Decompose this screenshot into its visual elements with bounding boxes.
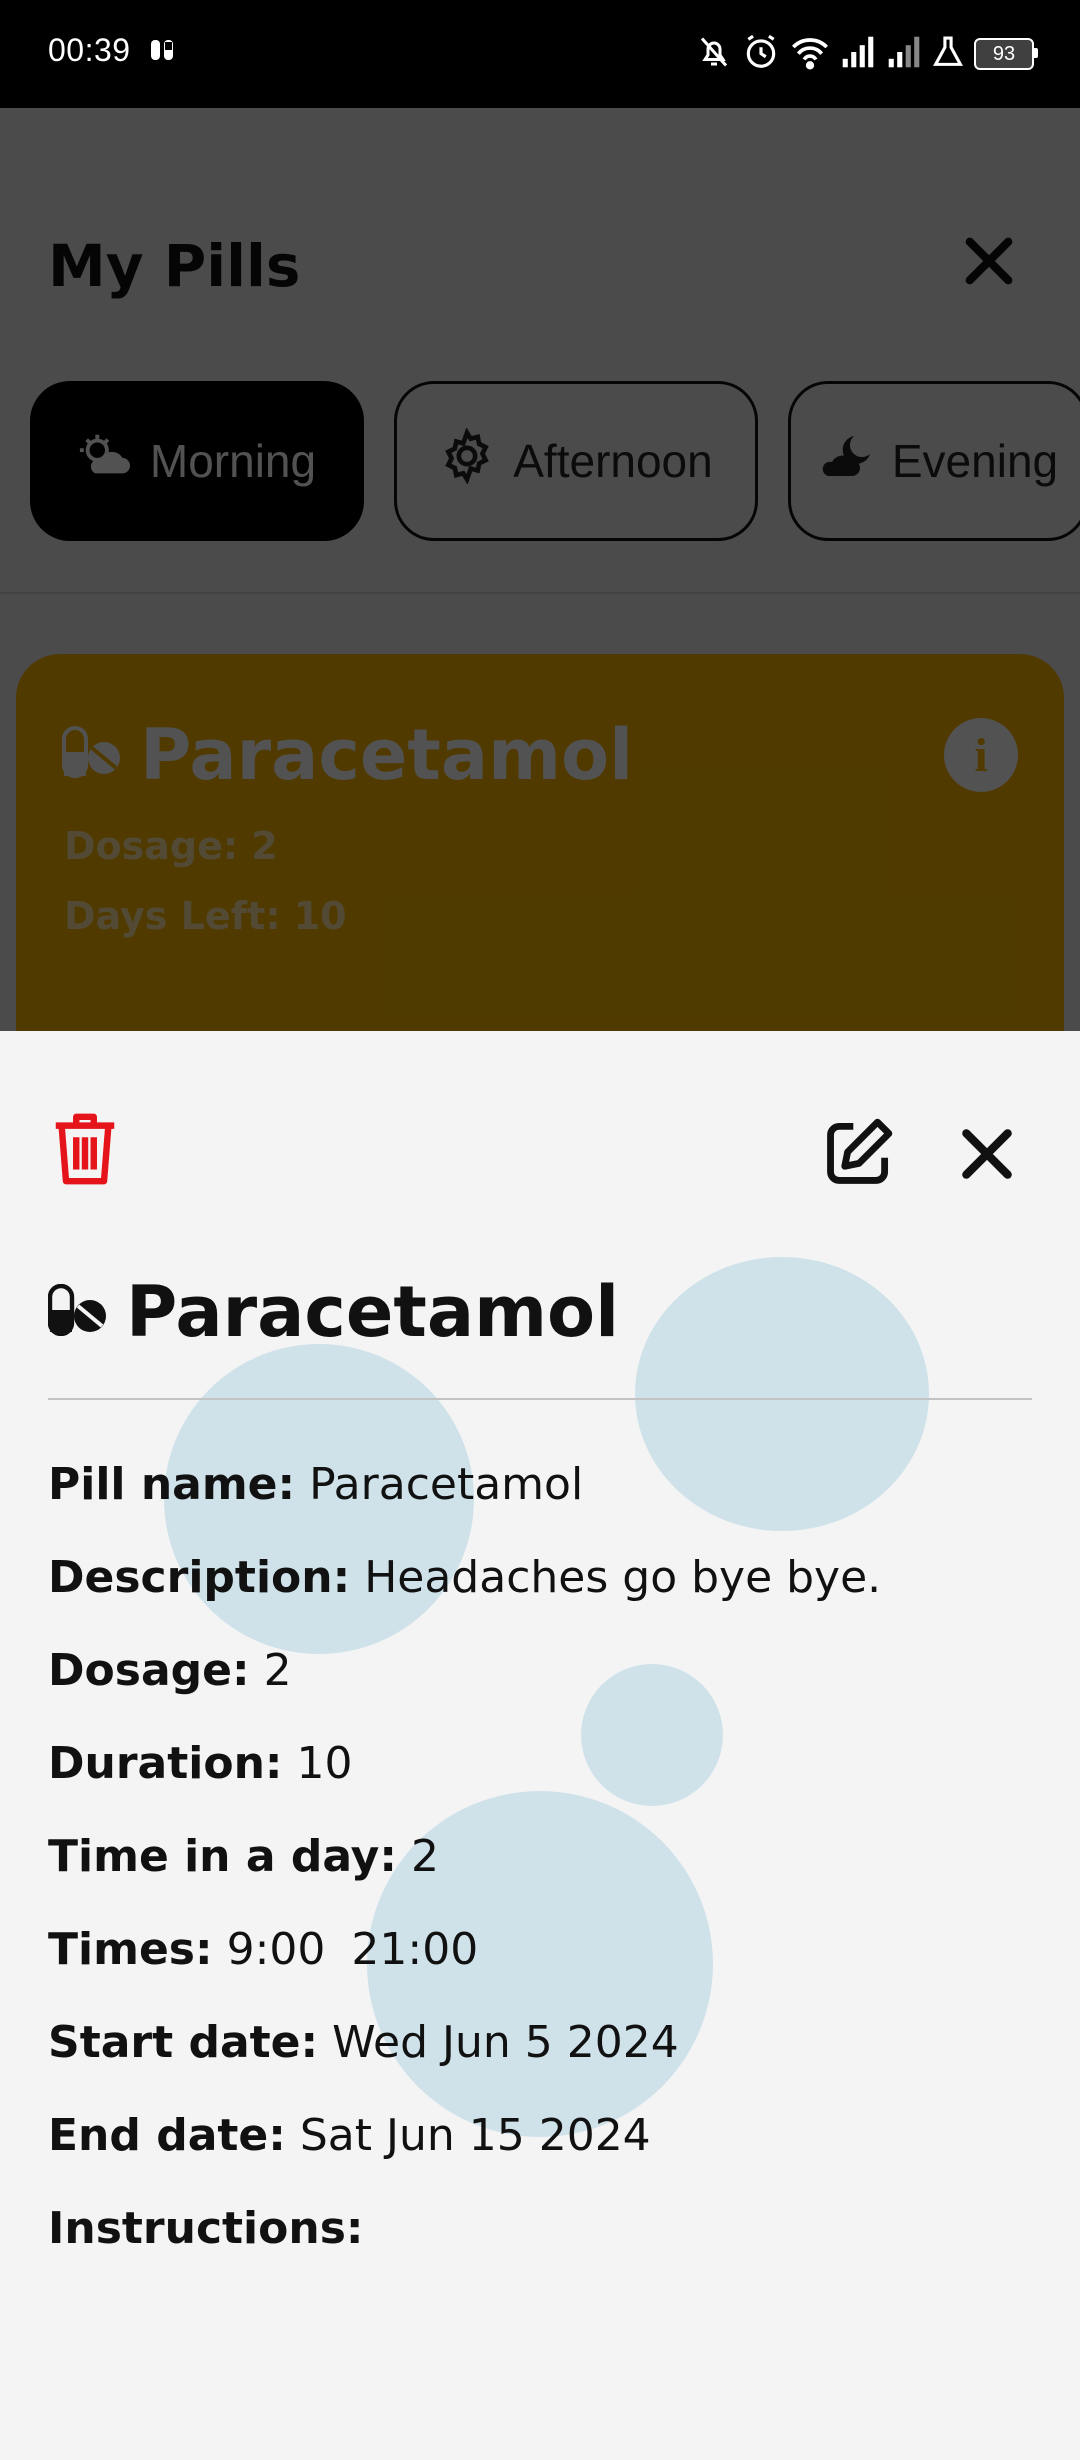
status-time: 00:39 [48, 32, 131, 68]
detail-key: Instructions: [48, 2203, 364, 2254]
detail-dosage: Dosage: 2 [48, 1645, 292, 1696]
tab-afternoon[interactable]: Afternoon [394, 381, 758, 541]
sheet-title: Paracetamol [126, 1271, 620, 1353]
signal-icon [886, 35, 922, 74]
detail-key: Description: [48, 1552, 351, 1603]
detail-key: Dosage: [48, 1645, 250, 1696]
pill-card[interactable]: Paracetamol i Dosage: 2 Days Left: 10 [16, 654, 1064, 1031]
detail-times-in-day: Time in a day: 2 [48, 1831, 439, 1882]
tab-evening[interactable]: Evening [788, 381, 1080, 541]
detail-value: Headaches go bye bye. [364, 1552, 882, 1603]
page-title: My Pills [48, 232, 301, 300]
lab-icon [932, 35, 964, 74]
detail-key: Duration: [48, 1738, 283, 1789]
tab-morning[interactable]: Morning [30, 381, 364, 541]
detail-pill-name: Pill name: Paracetamol [48, 1459, 583, 1510]
detail-time-value: 9:00 [226, 1924, 326, 1975]
detail-key: Pill name: [48, 1459, 296, 1510]
pills-icon [62, 726, 122, 782]
mute-icon [696, 34, 732, 75]
trash-icon[interactable] [52, 1111, 118, 1191]
divider [0, 592, 1080, 594]
detail-key: End date: [48, 2110, 286, 2161]
detail-instructions: Instructions: [48, 2203, 363, 2254]
detail-key: Time in a day: [48, 1831, 397, 1882]
edit-icon[interactable] [822, 1115, 896, 1193]
pill-card-days-left: Days Left: 10 [64, 894, 347, 938]
detail-key: Start date: [48, 2017, 319, 2068]
sim-icon [150, 38, 176, 67]
sheet-header: Paracetamol [47, 1271, 620, 1353]
detail-duration: Duration: 10 [48, 1738, 353, 1789]
detail-end-date: End date: Sat Jun 15 2024 [48, 2110, 651, 2161]
wifi-icon [790, 34, 830, 75]
time-tabs: Morning Afternoon Evening [30, 381, 1080, 541]
moon-cloud-icon [818, 432, 874, 491]
battery-icon: 93 [974, 38, 1038, 70]
pills-icon [47, 1283, 108, 1340]
divider [48, 1398, 1032, 1400]
signal-icon [840, 35, 876, 74]
detail-description: Description: Headaches go bye bye. [48, 1552, 881, 1603]
pill-detail-sheet: Paracetamol Pill name: Paracetamol Descr… [0, 1031, 1080, 2460]
decorative-bubble [581, 1664, 723, 1806]
alarm-icon [742, 33, 780, 76]
detail-value: 10 [296, 1738, 353, 1789]
tab-label: Morning [149, 435, 317, 487]
detail-value: 2 [263, 1645, 292, 1696]
detail-value: Paracetamol [309, 1459, 584, 1510]
gear-icon [439, 426, 495, 495]
background-screen: My Pills Morning Afternoon Evening Parac… [0, 108, 1080, 1031]
sun-cloud-icon [78, 432, 132, 491]
detail-value: Sat Jun 15 2024 [299, 2110, 651, 2161]
detail-start-date: Start date: Wed Jun 5 2024 [48, 2017, 679, 2068]
tab-label: Afternoon [513, 435, 713, 487]
detail-time-value: 21:00 [351, 1924, 479, 1975]
detail-value: Wed Jun 5 2024 [332, 2017, 679, 2068]
tab-label: Evening [891, 435, 1059, 487]
pill-card-dosage: Dosage: 2 [64, 824, 278, 868]
detail-times: Times: 9:00 21:00 [48, 1924, 478, 1975]
info-icon[interactable]: i [944, 718, 1018, 792]
close-icon[interactable] [956, 1123, 1018, 1189]
detail-value: 2 [410, 1831, 439, 1882]
decorative-bubble [635, 1257, 929, 1531]
detail-key: Times: [48, 1924, 213, 1975]
status-bar: 00:39 93 [0, 0, 1080, 108]
pill-card-name: Paracetamol [140, 714, 634, 796]
close-icon[interactable] [956, 228, 1022, 294]
